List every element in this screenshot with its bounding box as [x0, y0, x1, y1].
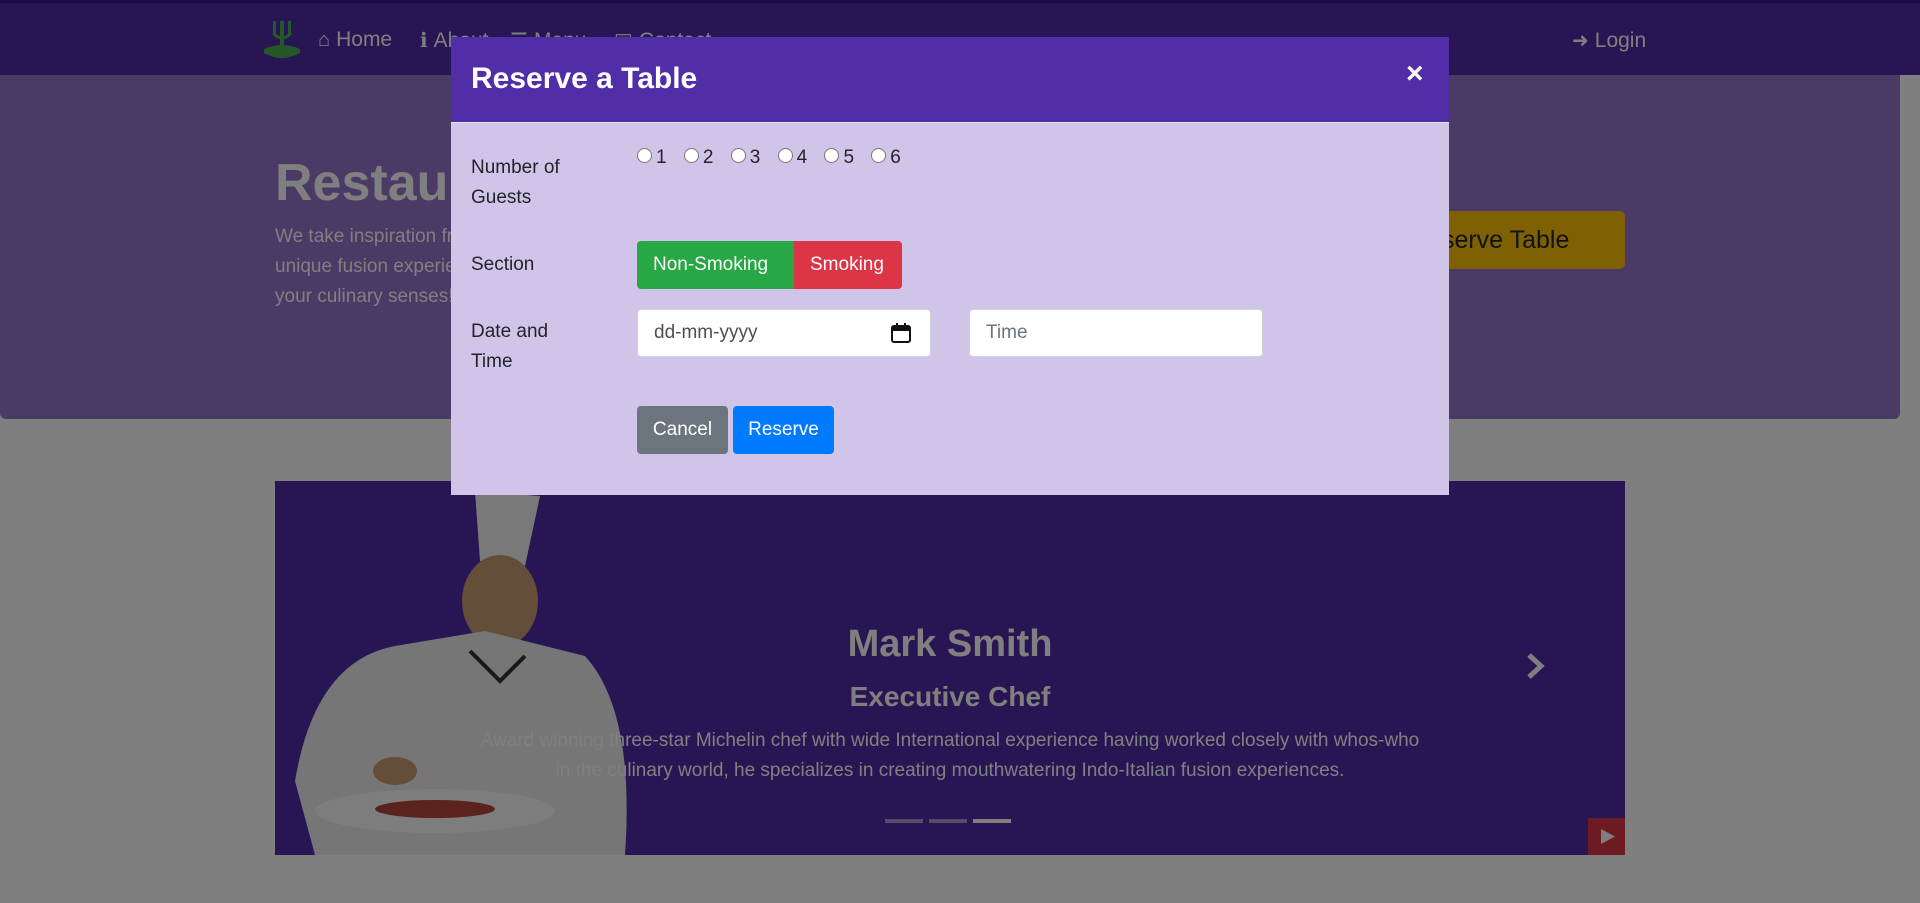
guest-radio[interactable]	[777, 148, 793, 163]
reserve-button[interactable]: Reserve	[733, 406, 834, 454]
guest-option-4[interactable]: 4	[777, 147, 807, 169]
section-label: Section	[471, 254, 535, 275]
guest-option-3[interactable]: 3	[730, 147, 760, 169]
cancel-button[interactable]: Cancel	[637, 406, 728, 454]
guests-radio-group: 1 2 3 4 5 6	[637, 147, 913, 169]
close-icon[interactable]: ×	[1406, 59, 1424, 89]
date-placeholder: dd-mm-yyyy	[654, 322, 758, 343]
guest-radio[interactable]	[824, 148, 840, 163]
modal-header: Reserve a Table ×	[451, 37, 1449, 123]
section-toggle-group: Non-Smoking Smoking	[637, 241, 902, 289]
guest-radio[interactable]	[637, 148, 652, 163]
guest-option-1[interactable]: 1	[637, 147, 667, 169]
guest-radio[interactable]	[730, 148, 746, 163]
guests-label: Number of Guests	[471, 157, 560, 208]
date-field[interactable]: dd-mm-yyyy	[637, 309, 931, 357]
modal-title: Reserve a Table	[471, 62, 698, 95]
guest-radio[interactable]	[683, 148, 699, 163]
guest-option-6[interactable]: 6	[871, 147, 901, 169]
guest-radio[interactable]	[871, 148, 887, 163]
guest-option-5[interactable]: 5	[824, 147, 854, 169]
smoking-button[interactable]: Smoking	[794, 241, 902, 289]
time-placeholder: Time	[986, 322, 1028, 343]
calendar-icon[interactable]	[890, 322, 912, 344]
datetime-label: Date and Time	[471, 321, 549, 372]
non-smoking-button[interactable]: Non-Smoking	[637, 241, 794, 289]
reserve-modal: Reserve a Table × Number of Guests 1 2 3…	[451, 37, 1449, 495]
time-field[interactable]: Time	[969, 309, 1263, 357]
guest-option-2[interactable]: 2	[683, 147, 713, 169]
